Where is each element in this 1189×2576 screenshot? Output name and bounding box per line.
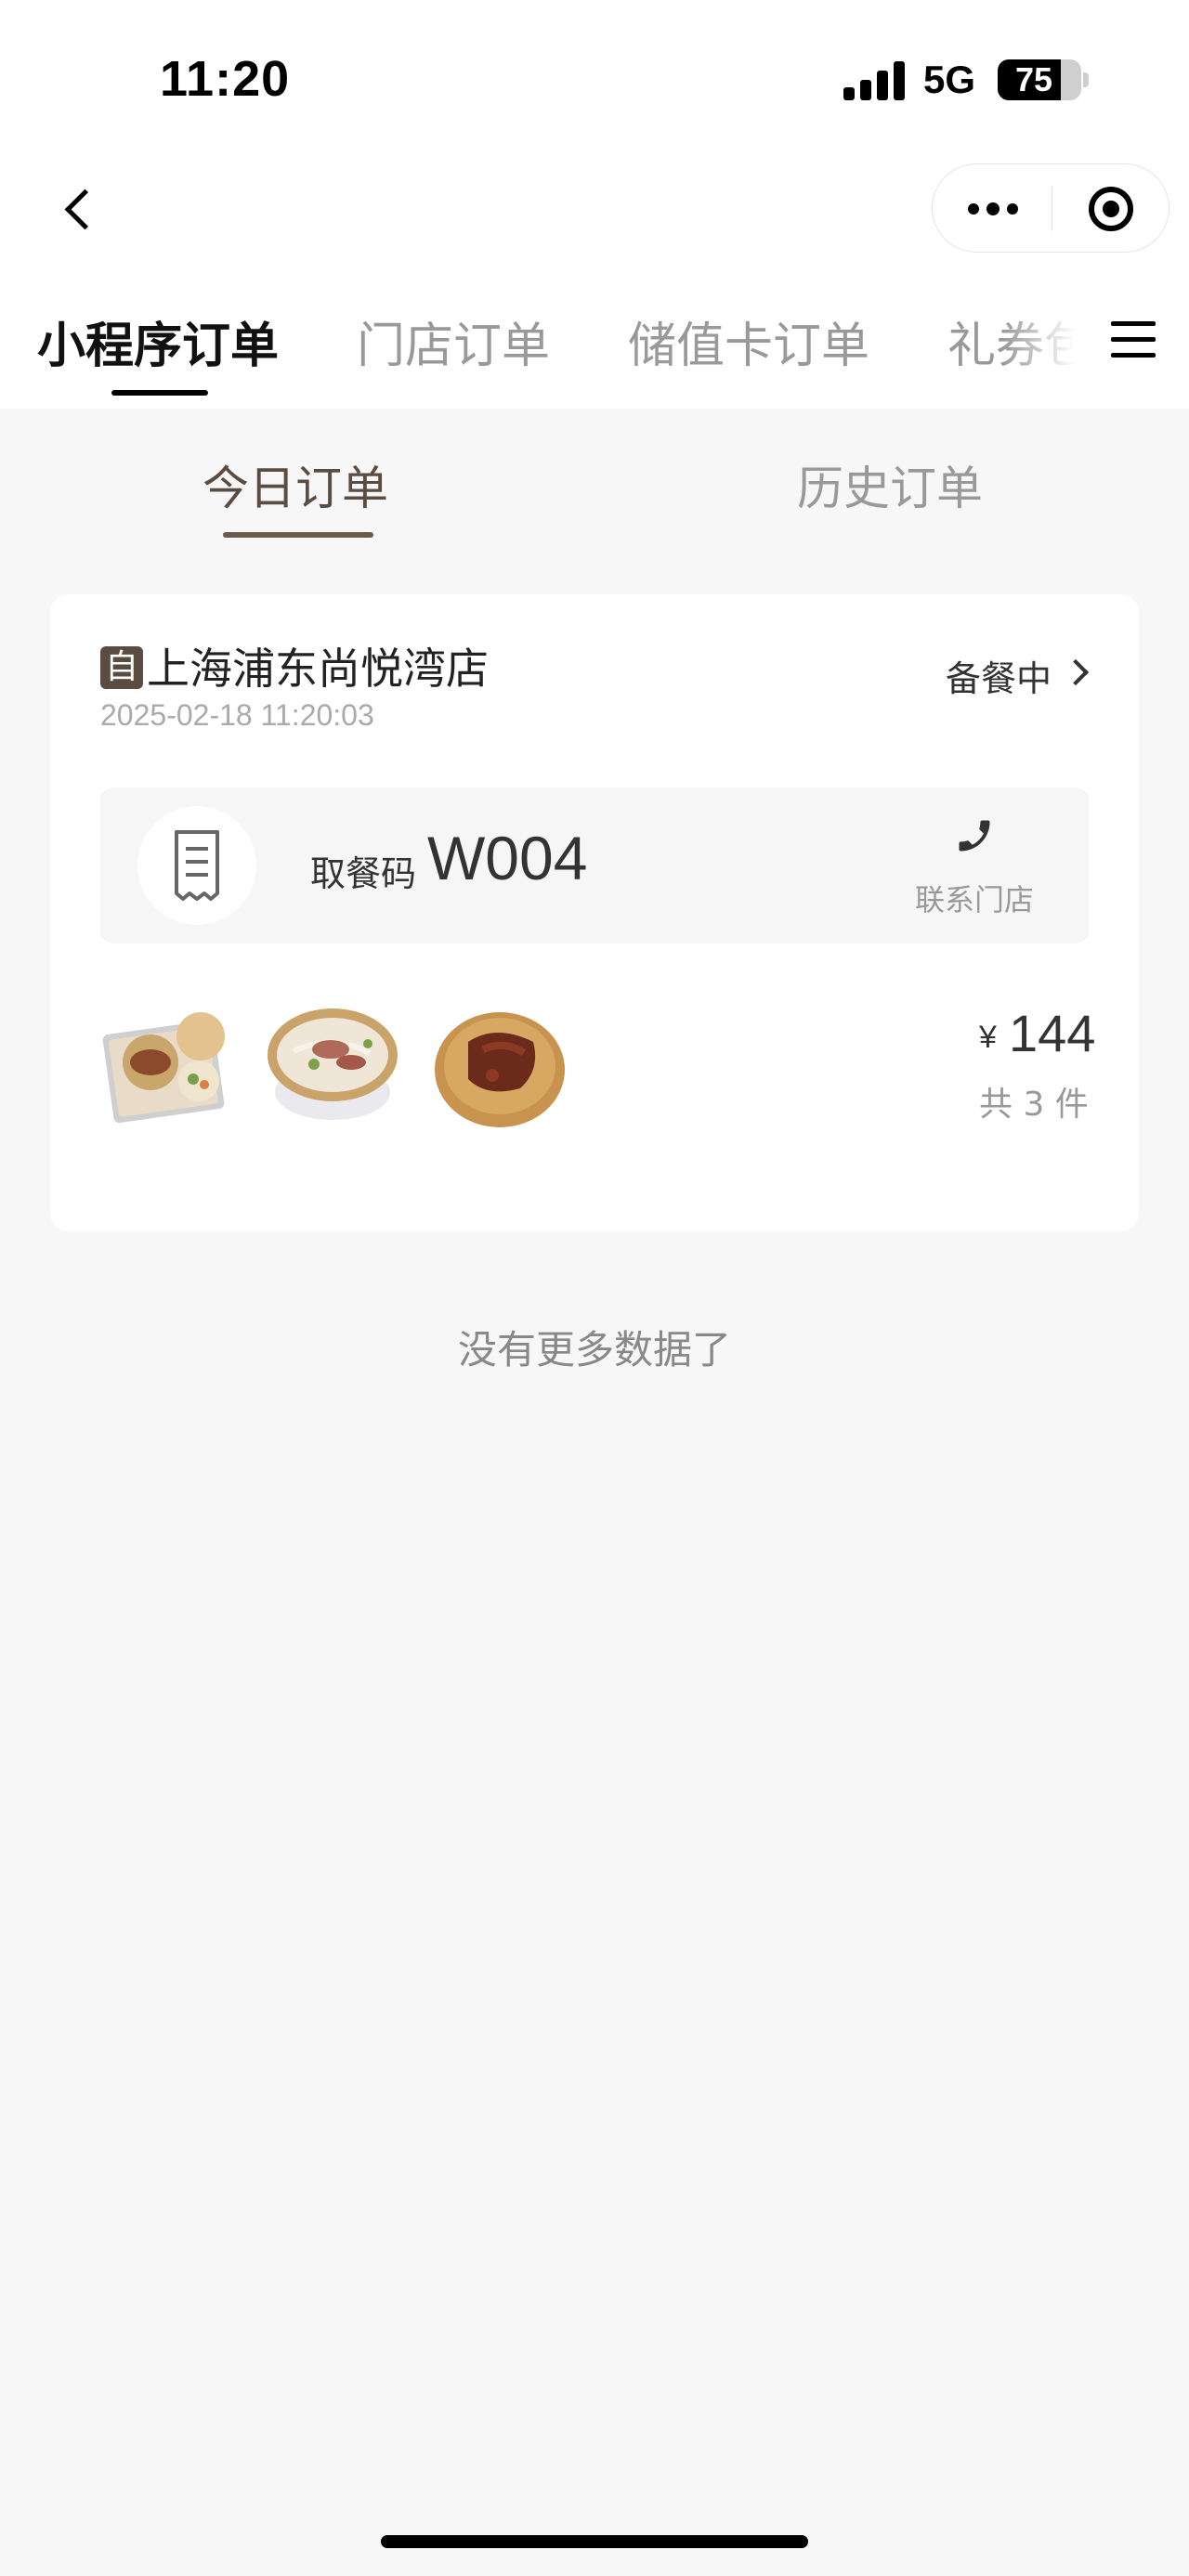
food-image-3 — [435, 1012, 565, 1127]
network-type: 5G — [923, 58, 976, 101]
store-name: 上海浦东尚悦湾店 — [147, 644, 489, 694]
pickup-code-label: 取餐码 — [310, 853, 417, 894]
chevron-right-icon[interactable] — [1062, 658, 1090, 686]
item-count: 共 3 件 — [979, 1086, 1089, 1124]
order-datetime: 2025-02-18 11:20:03 — [100, 698, 374, 732]
order-type-tabs: 小程序订单 门店订单 储值卡订单 礼券包 — [0, 269, 1189, 409]
battery-icon: 75 — [998, 59, 1081, 100]
order-price: 144 — [1009, 1004, 1096, 1062]
tab-store-orders[interactable]: 门店订单 — [357, 306, 550, 376]
food-image-2 — [268, 1008, 398, 1120]
contact-store-label: 联系门店 — [914, 882, 1034, 917]
tab-today-orders[interactable]: 今日订单 — [203, 451, 388, 518]
order-status[interactable]: 备餐中 — [946, 650, 1052, 701]
pickup-code: W004 — [427, 824, 588, 892]
tab-history-orders[interactable]: 历史订单 — [797, 451, 983, 518]
contact-store-button[interactable]: 联系门店 — [905, 815, 1044, 917]
tab-stored-value-card-orders[interactable]: 储值卡订单 — [628, 306, 869, 376]
sub-tab-indicator — [223, 532, 373, 538]
home-indicator — [381, 2535, 808, 2548]
status-time: 11:20 — [160, 51, 291, 107]
tab-mini-program-orders[interactable]: 小程序订单 — [37, 306, 279, 376]
currency-symbol: ¥ — [979, 1020, 997, 1055]
back-button[interactable] — [56, 186, 102, 232]
close-target-icon[interactable] — [1089, 187, 1133, 231]
active-tab-indicator — [111, 390, 208, 396]
nav-bar — [0, 149, 1189, 269]
status-bar: 11:20 5G 75 — [0, 0, 1189, 149]
tabs-fade — [1003, 269, 1105, 409]
menu-icon[interactable] — [1111, 321, 1156, 358]
no-more-data-text: 没有更多数据了 — [457, 1327, 731, 1373]
self-pickup-badge: 自 — [100, 646, 143, 689]
more-dots-icon[interactable] — [933, 164, 1052, 254]
receipt-icon — [137, 806, 256, 925]
phone-icon — [959, 820, 990, 852]
battery-cap — [1083, 72, 1089, 87]
mini-program-capsule — [932, 163, 1169, 253]
order-card[interactable]: 自 上海浦东尚悦湾店 2025-02-18 11:20:03 备餐中 取餐码 W… — [50, 594, 1139, 1231]
food-image-1 — [102, 1012, 225, 1124]
battery-percent: 75 — [1014, 60, 1053, 98]
signal-icon — [843, 59, 905, 100]
pickup-code-box: 取餐码 W004 联系门店 — [100, 787, 1089, 943]
